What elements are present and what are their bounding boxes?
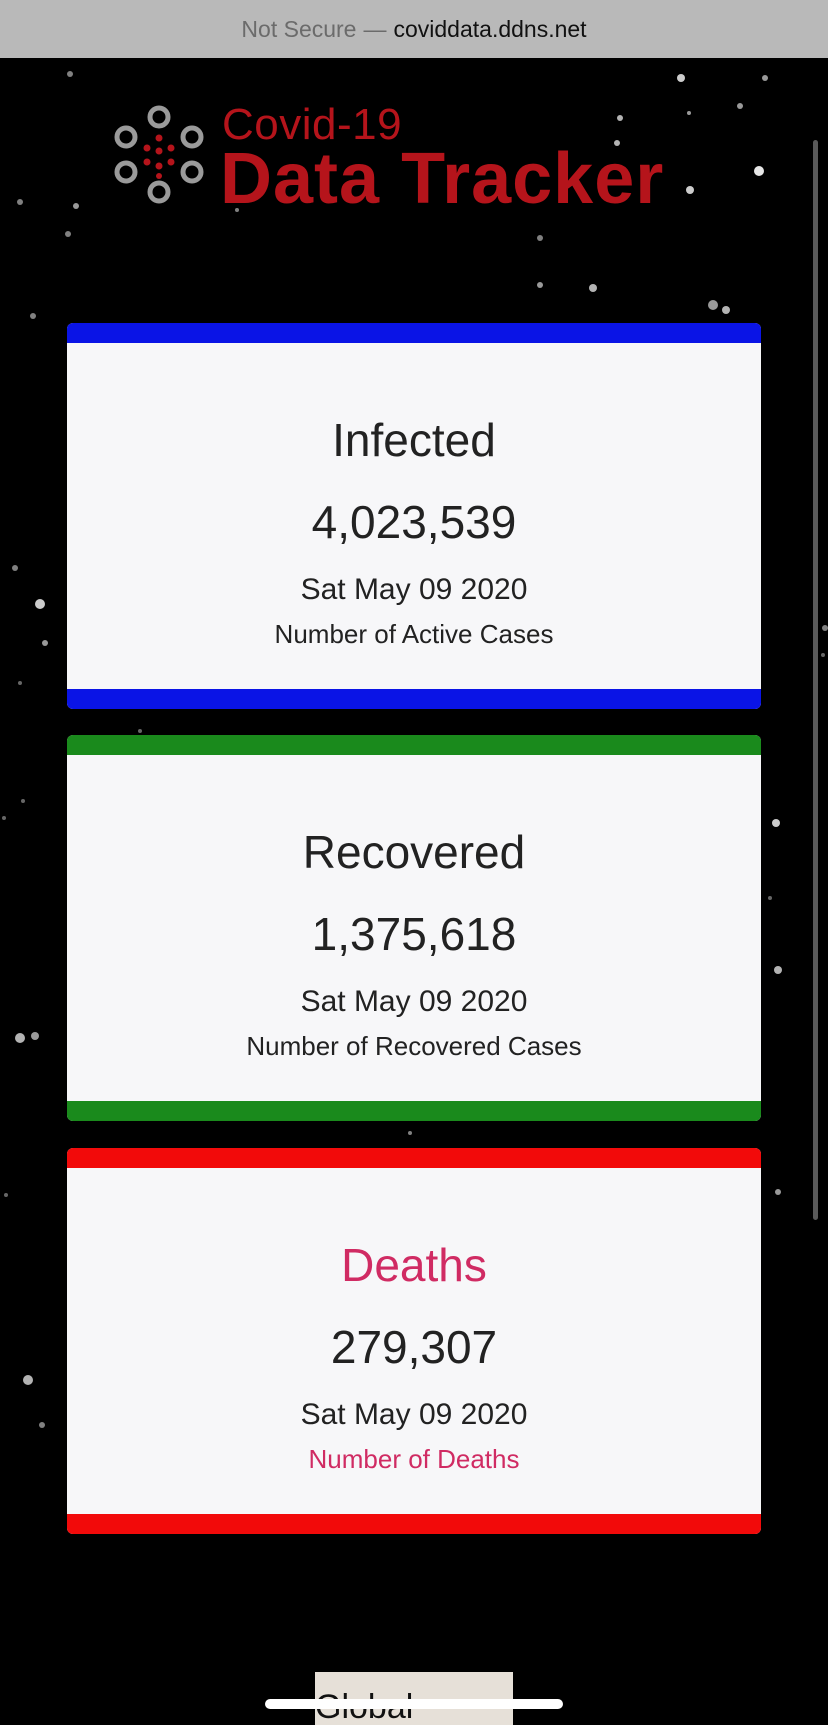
site-domain: coviddata.ddns.net	[393, 15, 587, 42]
deaths-card: Deaths 279,307 Sat May 09 2020 Number of…	[67, 1148, 761, 1534]
infected-band-bottom	[67, 689, 761, 709]
infected-description: Number of Active Cases	[274, 619, 554, 649]
recovered-band-bottom	[67, 1101, 761, 1121]
deaths-description: Number of Deaths	[308, 1444, 520, 1474]
recovered-title: Recovered	[302, 826, 526, 878]
site-logo[interactable]: Covid-19 Data Tracker	[112, 100, 732, 219]
recovered-card: Recovered 1,375,618 Sat May 09 2020 Numb…	[67, 735, 761, 1121]
infected-count: 4,023,539	[311, 496, 517, 548]
address-separator: —	[363, 15, 387, 42]
infected-title: Infected	[332, 414, 496, 466]
recovered-description: Number of Recovered Cases	[246, 1031, 582, 1061]
deaths-count: 279,307	[330, 1321, 498, 1373]
deaths-date: Sat May 09 2020	[300, 1398, 528, 1431]
infected-band-top	[67, 323, 761, 343]
logo-title-line2: Data Tracker	[220, 139, 665, 219]
recovered-band-top	[67, 735, 761, 755]
deaths-band-top	[67, 1148, 761, 1168]
recovered-date: Sat May 09 2020	[300, 985, 528, 1018]
recovered-count: 1,375,618	[311, 908, 517, 960]
infected-date: Sat May 09 2020	[300, 573, 528, 606]
home-indicator[interactable]	[265, 1699, 563, 1709]
deaths-title: Deaths	[341, 1239, 487, 1291]
infected-card: Infected 4,023,539 Sat May 09 2020 Numbe…	[67, 323, 761, 709]
deaths-band-bottom	[67, 1514, 761, 1534]
address-bar[interactable]: Not Secure — coviddata.ddns.net	[0, 0, 828, 58]
page: Not Secure — coviddata.ddns.net Covid-19…	[0, 0, 828, 1725]
virus-ring-icon	[114, 105, 204, 204]
not-secure-label: Not Secure	[241, 15, 357, 42]
page-scrollbar[interactable]	[813, 140, 818, 1220]
